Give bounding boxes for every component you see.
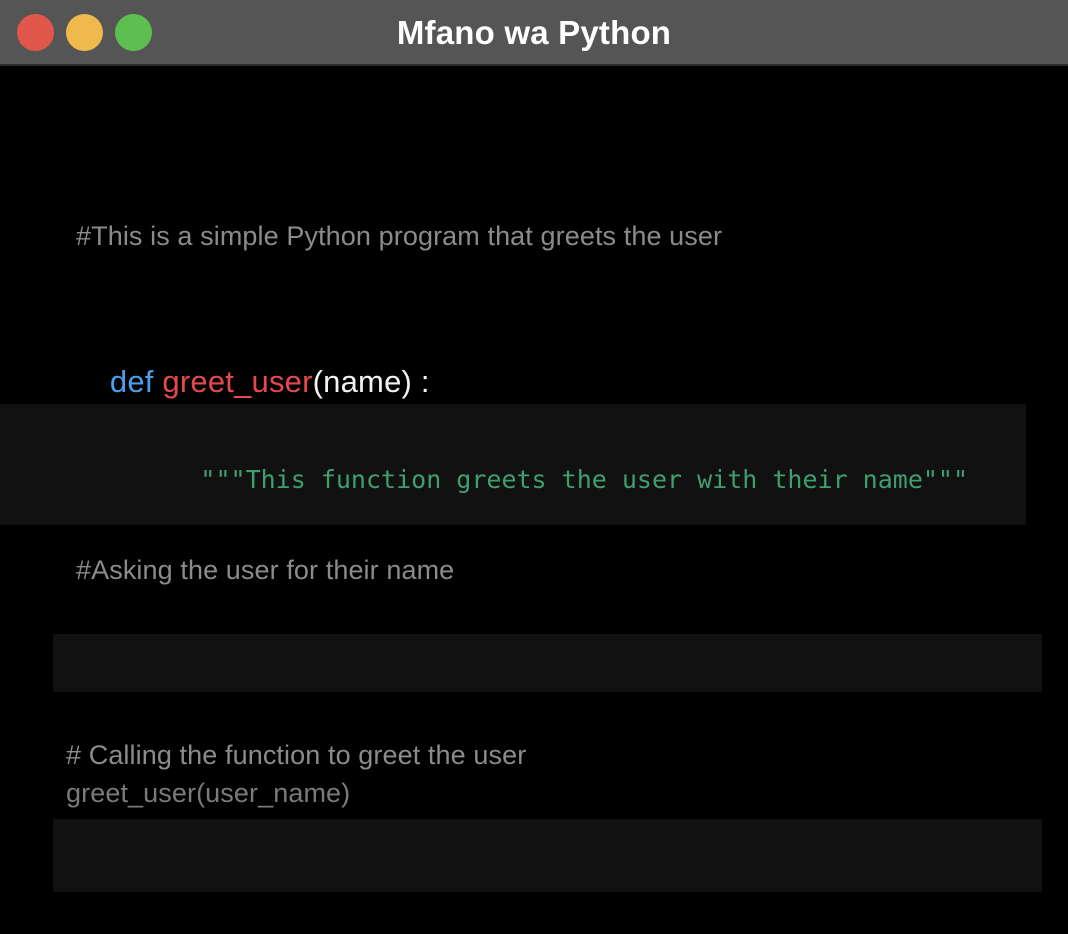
code-block-function-call: greet_user(user_name)	[53, 819, 1042, 892]
comment-asking: #Asking the user for their name	[76, 555, 455, 585]
clipped-overlapped-line: greet_user(user_name)	[66, 778, 351, 808]
code-line-docstring: """This function greets the user with th…	[80, 408, 1026, 525]
title-bar: Mfano wa Python	[0, 0, 1068, 66]
code-block-input: user_name = input("Please enter your nam…	[53, 634, 1042, 692]
code-content-area: #This is a simple Python program that gr…	[0, 66, 1068, 934]
comment-calling: # Calling the function to greet the user	[66, 740, 527, 770]
function-params: (name) :	[312, 364, 430, 399]
comment-intro: #This is a simple Python program that gr…	[76, 221, 723, 251]
docstring-text: """This function greets the user with th…	[200, 465, 969, 494]
minimize-window-button[interactable]	[66, 14, 103, 51]
function-name: greet_user	[162, 364, 313, 399]
app-window: Mfano wa Python #This is a simple Python…	[0, 0, 1068, 934]
code-line-input: user_name = input("Please enter your nam…	[76, 639, 1042, 692]
code-line-function-call: greet_user(user_name)	[76, 832, 1042, 892]
keyword-def: def	[109, 364, 154, 399]
function-call-text: greet_user(user_name)	[196, 889, 512, 892]
code-block-docstring: """This function greets the user with th…	[0, 404, 1026, 525]
window-controls	[17, 14, 152, 51]
window-title: Mfano wa Python	[396, 14, 672, 51]
maximize-window-button[interactable]	[115, 14, 152, 51]
close-window-button[interactable]	[17, 14, 54, 51]
